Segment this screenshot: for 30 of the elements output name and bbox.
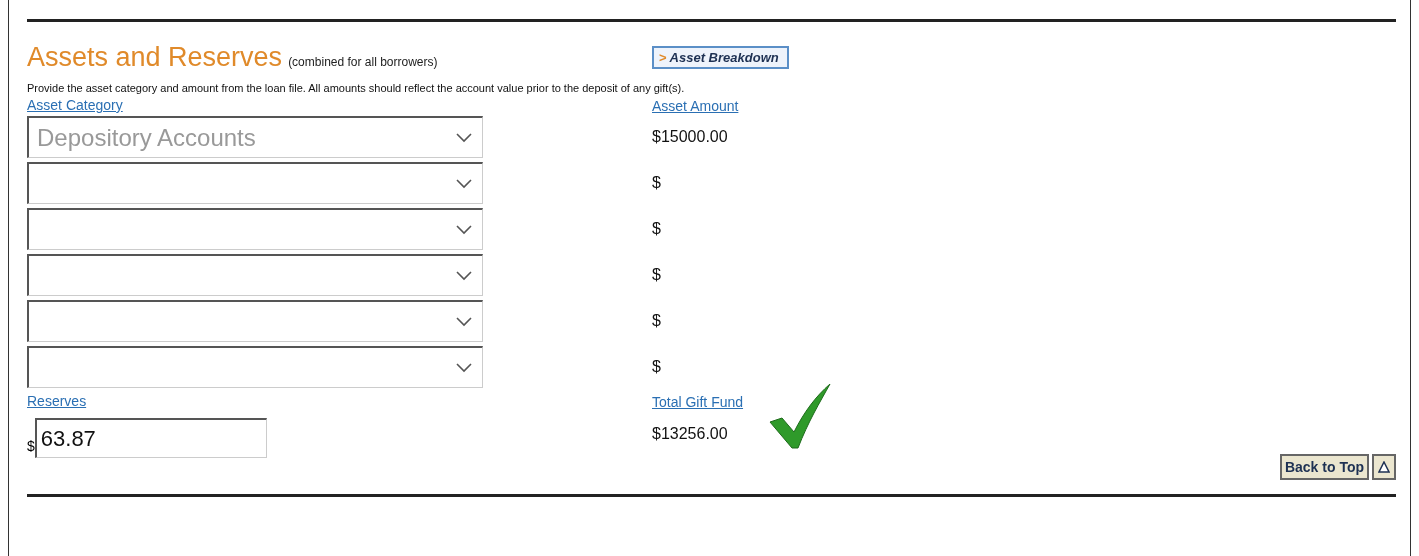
currency-symbol: $ (27, 438, 35, 456)
asset-breakdown-button[interactable]: > Asset Breakdown (652, 46, 789, 69)
category-dropdown[interactable] (27, 254, 483, 296)
section-subtitle: (combined for all borrowers) (288, 55, 438, 69)
asset-category-link[interactable]: Asset Category (27, 97, 123, 113)
asset-amount: $ (652, 220, 661, 238)
category-dropdown[interactable] (27, 208, 483, 250)
asset-amount: $ (652, 312, 661, 330)
category-dropdown[interactable] (27, 346, 483, 388)
chevron-down-icon[interactable] (456, 224, 472, 235)
gift-fund-amount: $13256.00 (652, 425, 728, 443)
instructions: Provide the asset category and amount from the loan file. All amounts should reflect the account value prior to the deposit of any gift(s). (27, 82, 686, 94)
chevron-down-icon[interactable] (456, 362, 472, 373)
category-dropdown[interactable]: Depository Accounts (27, 116, 483, 158)
category-dropdown[interactable] (27, 162, 483, 204)
chevron-down-icon[interactable] (456, 316, 472, 327)
back-to-top-button[interactable]: Back to Top (1279, 454, 1369, 480)
reserves-input[interactable]: 63.87 (34, 418, 267, 458)
asset-amount: $15000.00 (652, 128, 728, 146)
section-title: Assets and Reserves (27, 42, 283, 72)
reserves-link[interactable]: Reserves (27, 393, 87, 409)
category-dropdown[interactable] (27, 300, 483, 342)
chevron-down-icon[interactable] (456, 270, 472, 281)
total-gift-fund-link[interactable]: Total Gift Fund (652, 394, 744, 410)
chevron-down-icon[interactable] (456, 132, 472, 143)
asset-amount: $ (652, 266, 661, 284)
chevron-down-icon[interactable] (456, 178, 472, 189)
asset-amount: $ (652, 174, 661, 192)
asset-amount: $ (652, 358, 661, 376)
asset-amount-link[interactable]: Asset Amount (652, 98, 739, 114)
